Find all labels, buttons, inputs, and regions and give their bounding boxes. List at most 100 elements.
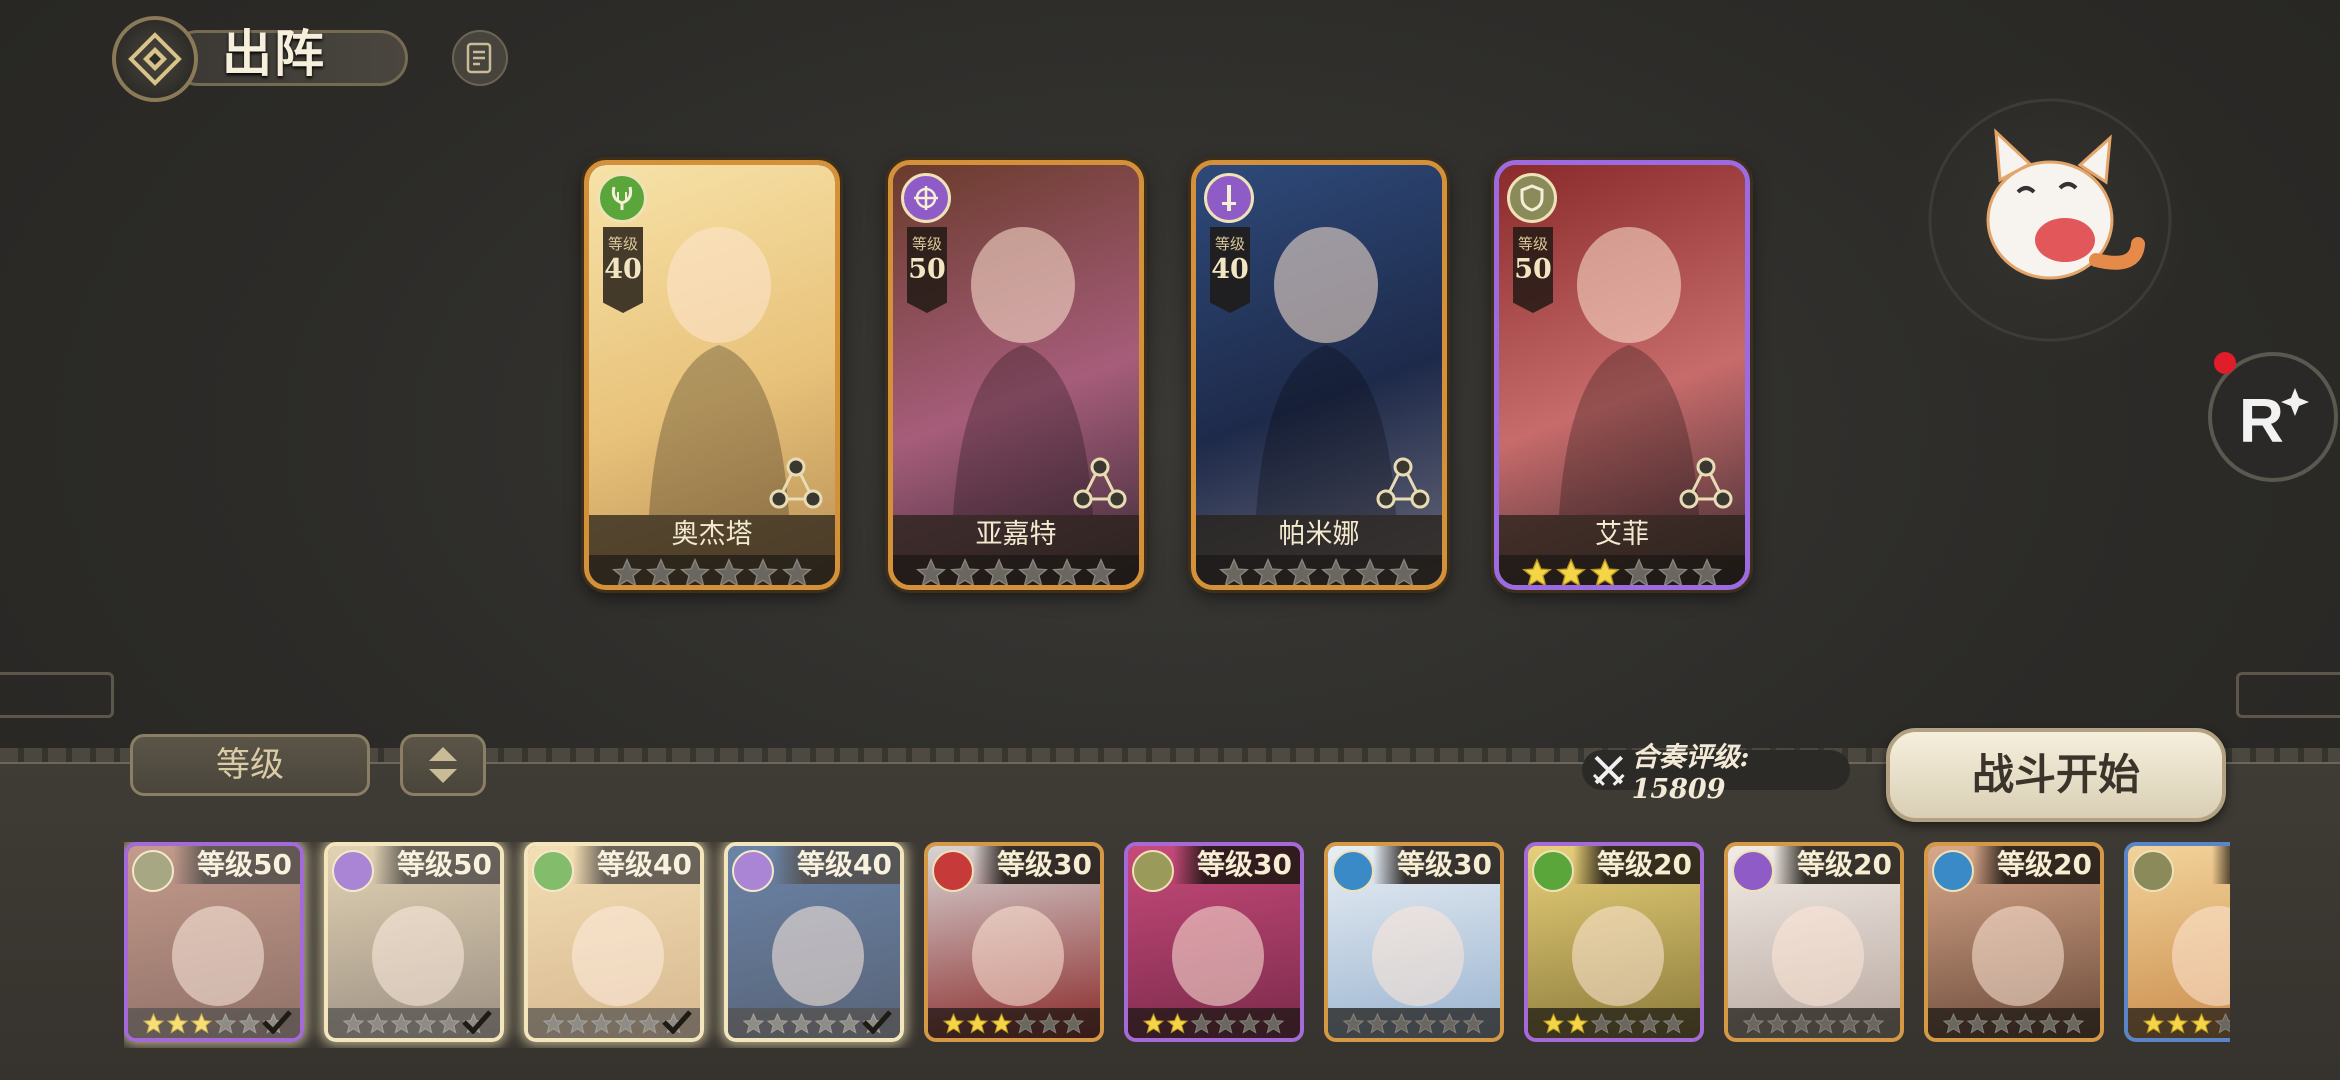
star-empty-icon xyxy=(1990,1012,2013,1034)
star-filled-icon xyxy=(966,1012,989,1034)
star-filled-icon xyxy=(2166,1012,2189,1034)
roster-character-slot[interactable]: 等级20 xyxy=(1924,842,2104,1042)
level-label: 等级 xyxy=(1517,235,1548,253)
class-icon xyxy=(1132,850,1174,892)
star-empty-icon xyxy=(2214,1012,2230,1034)
document-icon[interactable] xyxy=(452,30,508,86)
star-empty-icon xyxy=(611,557,643,585)
rating-text: 合奏评级: 15809 xyxy=(1631,742,1750,805)
star-empty-icon xyxy=(1262,1012,1285,1034)
star-empty-icon xyxy=(1062,1012,1085,1034)
slot-level: 等级50 xyxy=(173,846,300,884)
star-filled-icon xyxy=(942,1012,965,1034)
star-empty-icon xyxy=(638,1012,661,1034)
class-icon xyxy=(332,850,374,892)
r-sparkle-icon: R xyxy=(2239,387,2309,452)
slot-level: 等级30 xyxy=(973,846,1100,884)
ensemble-rating: 合奏评级: 15809 xyxy=(1582,742,1850,805)
level-tag: 等级 40 xyxy=(603,227,643,313)
star-empty-icon xyxy=(1462,1012,1485,1034)
class-icon xyxy=(1507,173,1557,223)
star-filled-icon xyxy=(1566,1012,1589,1034)
star-empty-icon xyxy=(1388,557,1420,585)
star-rating xyxy=(1728,1008,1900,1038)
team-member-card[interactable]: 等级 40 奥杰塔 xyxy=(584,160,840,590)
star-filled-icon xyxy=(1521,557,1553,585)
star-empty-icon xyxy=(1320,557,1352,585)
roster-character-slot[interactable]: 等级50 xyxy=(324,842,504,1042)
compass-emblem-icon[interactable] xyxy=(112,16,198,102)
star-empty-icon xyxy=(838,1012,861,1034)
star-empty-icon xyxy=(1966,1012,1989,1034)
slot-level: 等级20 xyxy=(1973,846,2100,884)
level-value: 50 xyxy=(908,254,946,285)
svg-text:R: R xyxy=(2239,387,2284,452)
roster-character-slot[interactable]: 等级30 xyxy=(1324,842,1504,1042)
star-rating xyxy=(1928,1008,2100,1038)
star-rating xyxy=(1196,555,1442,585)
team-member-card[interactable]: 等级 50 艾菲 xyxy=(1494,160,1750,590)
class-icon xyxy=(1932,850,1974,892)
roster-character-slot[interactable]: 等级30 xyxy=(924,842,1104,1042)
roster-character-slot[interactable]: 等级 xyxy=(2124,842,2230,1042)
star-empty-icon xyxy=(1790,1012,1813,1034)
star-empty-icon xyxy=(1942,1012,1965,1034)
star-rating xyxy=(2128,1008,2230,1038)
star-empty-icon xyxy=(1252,557,1284,585)
page-title: 出阵 xyxy=(222,25,326,83)
character-name: 奥杰塔 xyxy=(589,515,835,555)
star-rating xyxy=(1499,555,1745,585)
star-empty-icon xyxy=(1214,1012,1237,1034)
character-name: 艾菲 xyxy=(1499,515,1745,555)
star-empty-icon xyxy=(713,557,745,585)
star-empty-icon xyxy=(1638,1012,1661,1034)
lucky-cat-mascot-icon[interactable] xyxy=(1900,70,2200,370)
class-icon xyxy=(597,173,647,223)
roster-character-slot[interactable]: 等级20 xyxy=(1724,842,1904,1042)
roster-character-slot[interactable]: 等级40 xyxy=(724,842,904,1042)
level-value: 40 xyxy=(604,254,642,285)
star-empty-icon xyxy=(1614,1012,1637,1034)
slot-level: 等级 xyxy=(2211,846,2230,884)
star-rating xyxy=(589,555,835,585)
star-rating xyxy=(1328,1008,1500,1038)
team-member-card[interactable]: 等级 50 亚嘉特 xyxy=(888,160,1144,590)
level-tag: 等级 40 xyxy=(1210,227,1250,313)
sort-by-dropdown[interactable]: 等级 xyxy=(130,734,370,796)
slot-level: 等级30 xyxy=(1373,846,1500,884)
star-empty-icon xyxy=(1354,557,1386,585)
roster-character-slot[interactable]: 等级50 xyxy=(124,842,304,1042)
notification-dot xyxy=(2214,352,2236,374)
star-empty-icon xyxy=(1366,1012,1389,1034)
rail-right-decoration xyxy=(2236,672,2340,718)
star-empty-icon xyxy=(342,1012,365,1034)
star-filled-icon xyxy=(190,1012,213,1034)
star-empty-icon xyxy=(747,557,779,585)
roster-character-slot[interactable]: 等级20 xyxy=(1524,842,1704,1042)
star-empty-icon xyxy=(949,557,981,585)
star-filled-icon xyxy=(990,1012,1013,1034)
level-label: 等级 xyxy=(911,235,942,253)
class-icon xyxy=(901,173,951,223)
slot-level: 等级20 xyxy=(1573,846,1700,884)
class-icon xyxy=(732,850,774,892)
sort-order-button[interactable] xyxy=(400,734,486,796)
star-empty-icon xyxy=(1623,557,1655,585)
start-battle-button[interactable]: 战斗开始 xyxy=(1886,728,2226,822)
team-member-card[interactable]: 等级 40 帕米娜 xyxy=(1191,160,1447,590)
star-empty-icon xyxy=(1862,1012,1885,1034)
star-rating xyxy=(893,555,1139,585)
roster-character-slot[interactable]: 等级30 xyxy=(1124,842,1304,1042)
character-name: 帕米娜 xyxy=(1196,515,1442,555)
star-empty-icon xyxy=(645,557,677,585)
star-empty-icon xyxy=(1438,1012,1461,1034)
star-empty-icon xyxy=(1838,1012,1861,1034)
formation-triangle-icon xyxy=(1679,457,1733,509)
checkmark-icon xyxy=(862,1010,892,1034)
star-empty-icon xyxy=(766,1012,789,1034)
roster-character-slot[interactable]: 等级40 xyxy=(524,842,704,1042)
star-empty-icon xyxy=(214,1012,237,1034)
sort-updown-icon xyxy=(429,747,457,783)
star-empty-icon xyxy=(915,557,947,585)
star-empty-icon xyxy=(1662,1012,1685,1034)
